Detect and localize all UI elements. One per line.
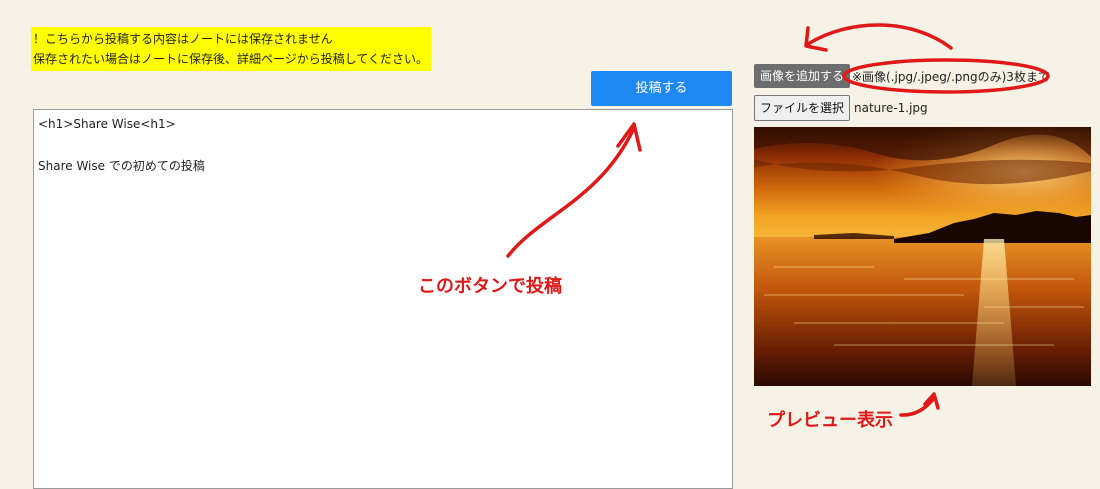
post-button-annotation: このボタンで投稿 [418,276,562,297]
add-image-button[interactable]: 画像を追加する [754,64,850,88]
editor-line-2: Share Wise での初めての投稿 [38,159,205,173]
sunset-lake-photo [754,127,1091,386]
arrow-to-add-image-head-icon [804,26,828,52]
preview-annotation: プレビュー表示 [767,410,893,431]
editor-line-1: <h1>Share Wise<h1> [38,117,176,131]
image-limit-note: ※画像(.jpg/.jpeg/.pngのみ)3枚まで [852,70,1050,84]
notice-line-1: ！こちらから投稿する内容はノートには保存されません [33,32,333,46]
notice-banner: ！こちらから投稿する内容はノートには保存されません 保存されたい場合はノートに保… [31,27,431,71]
post-content-editor[interactable]: <h1>Share Wise<h1> Share Wise での初めての投稿 [33,109,733,489]
arrow-to-add-image-icon [806,23,953,50]
selected-file-name: nature-1.jpg [854,101,928,115]
notice-line-2: 保存されたい場合はノートに保存後、詳細ページから投稿してください。 [33,52,429,66]
image-preview [754,127,1091,386]
post-button[interactable]: 投稿する [591,71,732,106]
arrow-to-preview-icon [899,396,936,417]
choose-file-button[interactable]: ファイルを選択 [754,95,850,121]
arrow-to-preview-head-icon [923,392,940,410]
